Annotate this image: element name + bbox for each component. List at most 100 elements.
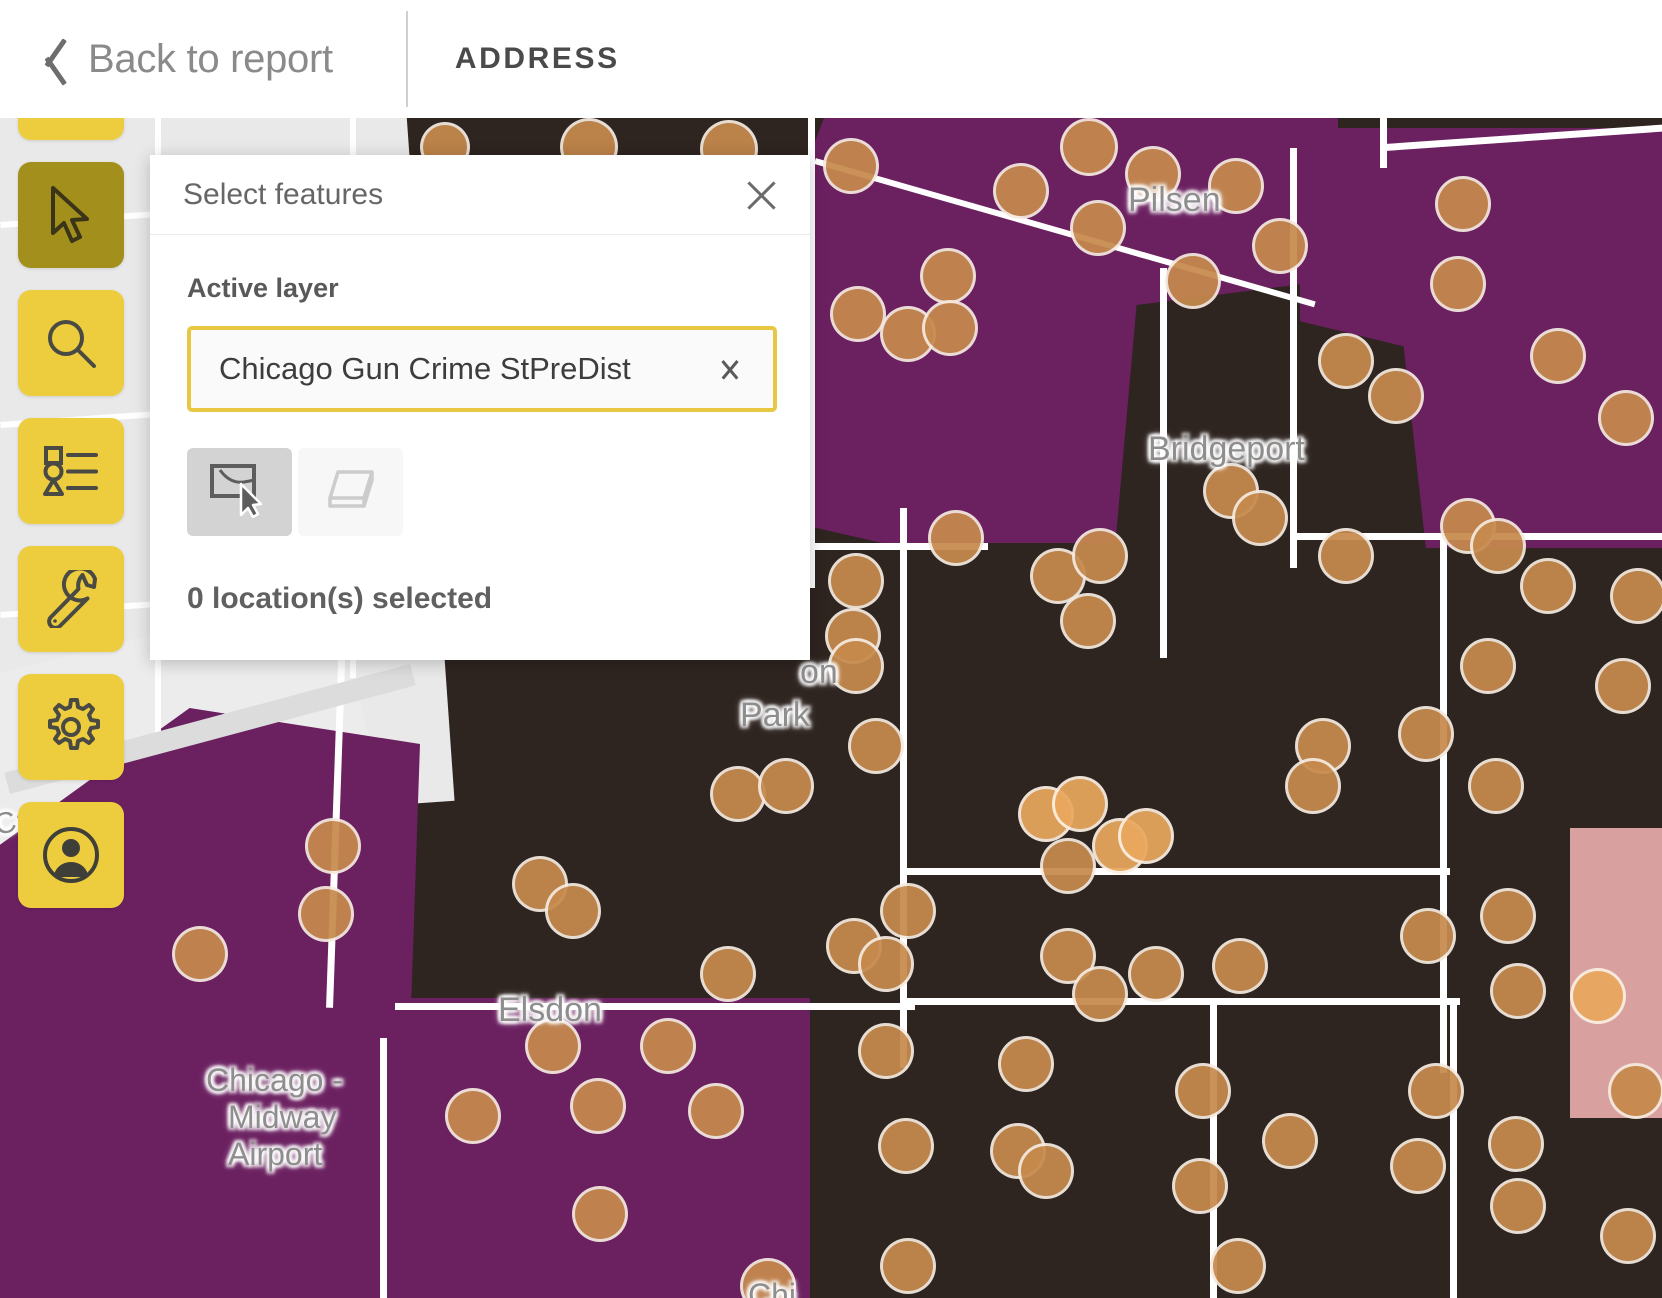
back-to-report-button[interactable]: Back to report <box>0 0 333 118</box>
map-point-marker[interactable] <box>1060 118 1118 176</box>
map-point-marker[interactable] <box>878 1118 934 1174</box>
map-point-marker[interactable] <box>858 1023 914 1079</box>
map-point-marker[interactable] <box>823 138 879 194</box>
map-point-marker[interactable] <box>1430 256 1486 312</box>
map-point-marker[interactable] <box>1490 1178 1546 1234</box>
map-point-marker[interactable] <box>922 300 978 356</box>
map-point-marker[interactable] <box>1262 1113 1318 1169</box>
map-point-marker[interactable] <box>1060 593 1116 649</box>
map-point-marker[interactable] <box>298 886 354 942</box>
map-point-marker[interactable] <box>1600 1208 1656 1264</box>
sidebar-item-search[interactable] <box>18 290 124 396</box>
map-point-marker[interactable] <box>1368 368 1424 424</box>
map-point-marker[interactable] <box>1165 253 1221 309</box>
map-point-marker[interactable] <box>1208 158 1264 214</box>
map-point-marker[interactable] <box>1210 1238 1266 1294</box>
map-point-marker[interactable] <box>1018 1143 1074 1199</box>
map-point-marker[interactable] <box>880 1238 936 1294</box>
sidebar-item-settings[interactable] <box>18 674 124 780</box>
active-layer-label: Active layer <box>187 273 339 303</box>
map-point-marker[interactable] <box>445 1088 501 1144</box>
wrench-icon <box>42 570 100 628</box>
map-point-marker[interactable] <box>172 926 228 982</box>
map-point-marker[interactable] <box>1530 328 1586 384</box>
boundary-line <box>900 998 1460 1005</box>
map-point-marker[interactable] <box>1490 963 1546 1019</box>
map-point-marker[interactable] <box>1460 638 1516 694</box>
user-avatar-icon <box>41 825 101 885</box>
map-point-marker[interactable] <box>1470 518 1526 574</box>
sidebar-item-select[interactable] <box>18 162 124 268</box>
map-point-marker[interactable] <box>1390 1138 1446 1194</box>
selection-tool-row <box>187 448 777 536</box>
map-point-marker[interactable] <box>1480 888 1536 944</box>
map-point-marker[interactable] <box>525 1018 581 1074</box>
map-point-marker[interactable] <box>1118 808 1174 864</box>
map-point-marker[interactable] <box>1435 176 1491 232</box>
map-point-marker[interactable] <box>570 1078 626 1134</box>
sidebar-item-tools[interactable] <box>18 546 124 652</box>
active-layer-select[interactable]: Chicago Gun Crime StPreDist <box>187 326 777 412</box>
map-point-marker[interactable] <box>758 758 814 814</box>
map-point-marker[interactable] <box>1040 838 1096 894</box>
map-point-marker[interactable] <box>998 1036 1054 1092</box>
map-point-marker[interactable] <box>1285 758 1341 814</box>
map-point-marker[interactable] <box>928 510 984 566</box>
clear-selection-button[interactable] <box>298 448 403 536</box>
boundary-line <box>1160 268 1167 658</box>
map-point-marker[interactable] <box>1232 490 1288 546</box>
cursor-arrow-icon <box>47 185 95 245</box>
map-point-marker[interactable] <box>880 883 936 939</box>
map-point-marker[interactable] <box>1595 658 1651 714</box>
map-point-marker[interactable] <box>640 1018 696 1074</box>
map-point-marker[interactable] <box>1052 776 1108 832</box>
panel-header: Select features <box>150 155 810 235</box>
close-icon[interactable] <box>740 174 782 216</box>
map-point-marker[interactable] <box>1400 908 1456 964</box>
map-point-marker[interactable] <box>1070 200 1126 256</box>
map-point-marker[interactable] <box>858 936 914 992</box>
map-point-marker[interactable] <box>1398 706 1454 762</box>
map-point-marker[interactable] <box>700 946 756 1002</box>
map-point-marker[interactable] <box>1598 390 1654 446</box>
map-point-marker[interactable] <box>993 163 1049 219</box>
back-to-report-label: Back to report <box>88 36 333 81</box>
map-point-marker[interactable] <box>1608 1063 1662 1119</box>
map-point-marker[interactable] <box>848 718 904 774</box>
map-point-marker[interactable] <box>305 818 361 874</box>
boundary-line <box>1450 1003 1457 1298</box>
select-features-panel: Select features Active layer Chicago Gun… <box>150 155 810 660</box>
map-point-marker[interactable] <box>1175 1063 1231 1119</box>
map-point-marker[interactable] <box>828 638 884 694</box>
map-point-marker[interactable] <box>545 883 601 939</box>
map-point-marker[interactable] <box>830 286 886 342</box>
select-by-rectangle-button[interactable] <box>187 448 292 536</box>
map-point-marker[interactable] <box>1252 218 1308 274</box>
map-point-marker[interactable] <box>1468 758 1524 814</box>
map-point-marker[interactable] <box>688 1083 744 1139</box>
map-point-marker[interactable] <box>1072 966 1128 1022</box>
sidebar-item-legend[interactable] <box>18 418 124 524</box>
map-point-marker[interactable] <box>1520 558 1576 614</box>
map-point-marker[interactable] <box>1318 528 1374 584</box>
panel-title: Select features <box>183 177 384 211</box>
map-point-marker[interactable] <box>1408 1063 1464 1119</box>
boundary-line <box>900 868 1450 875</box>
map-point-marker[interactable] <box>710 766 766 822</box>
app-header: Back to report ADDRESS <box>0 0 1662 118</box>
map-point-marker[interactable] <box>1488 1116 1544 1172</box>
map-point-marker[interactable] <box>1318 333 1374 389</box>
map-point-marker[interactable] <box>1610 568 1662 624</box>
map-point-marker[interactable] <box>920 248 976 304</box>
chevron-left-icon <box>30 34 64 84</box>
sidebar-item-account[interactable] <box>18 802 124 908</box>
map-point-marker[interactable] <box>1072 528 1128 584</box>
map-point-marker[interactable] <box>1128 946 1184 1002</box>
active-layer-value: Chicago Gun Crime StPreDist <box>219 351 631 386</box>
map-point-marker[interactable] <box>1172 1158 1228 1214</box>
map-point-marker[interactable] <box>572 1186 628 1242</box>
map-point-marker[interactable] <box>1570 968 1626 1024</box>
map-point-marker[interactable] <box>1125 146 1181 202</box>
map-point-marker[interactable] <box>1212 938 1268 994</box>
map-point-marker[interactable] <box>828 553 884 609</box>
